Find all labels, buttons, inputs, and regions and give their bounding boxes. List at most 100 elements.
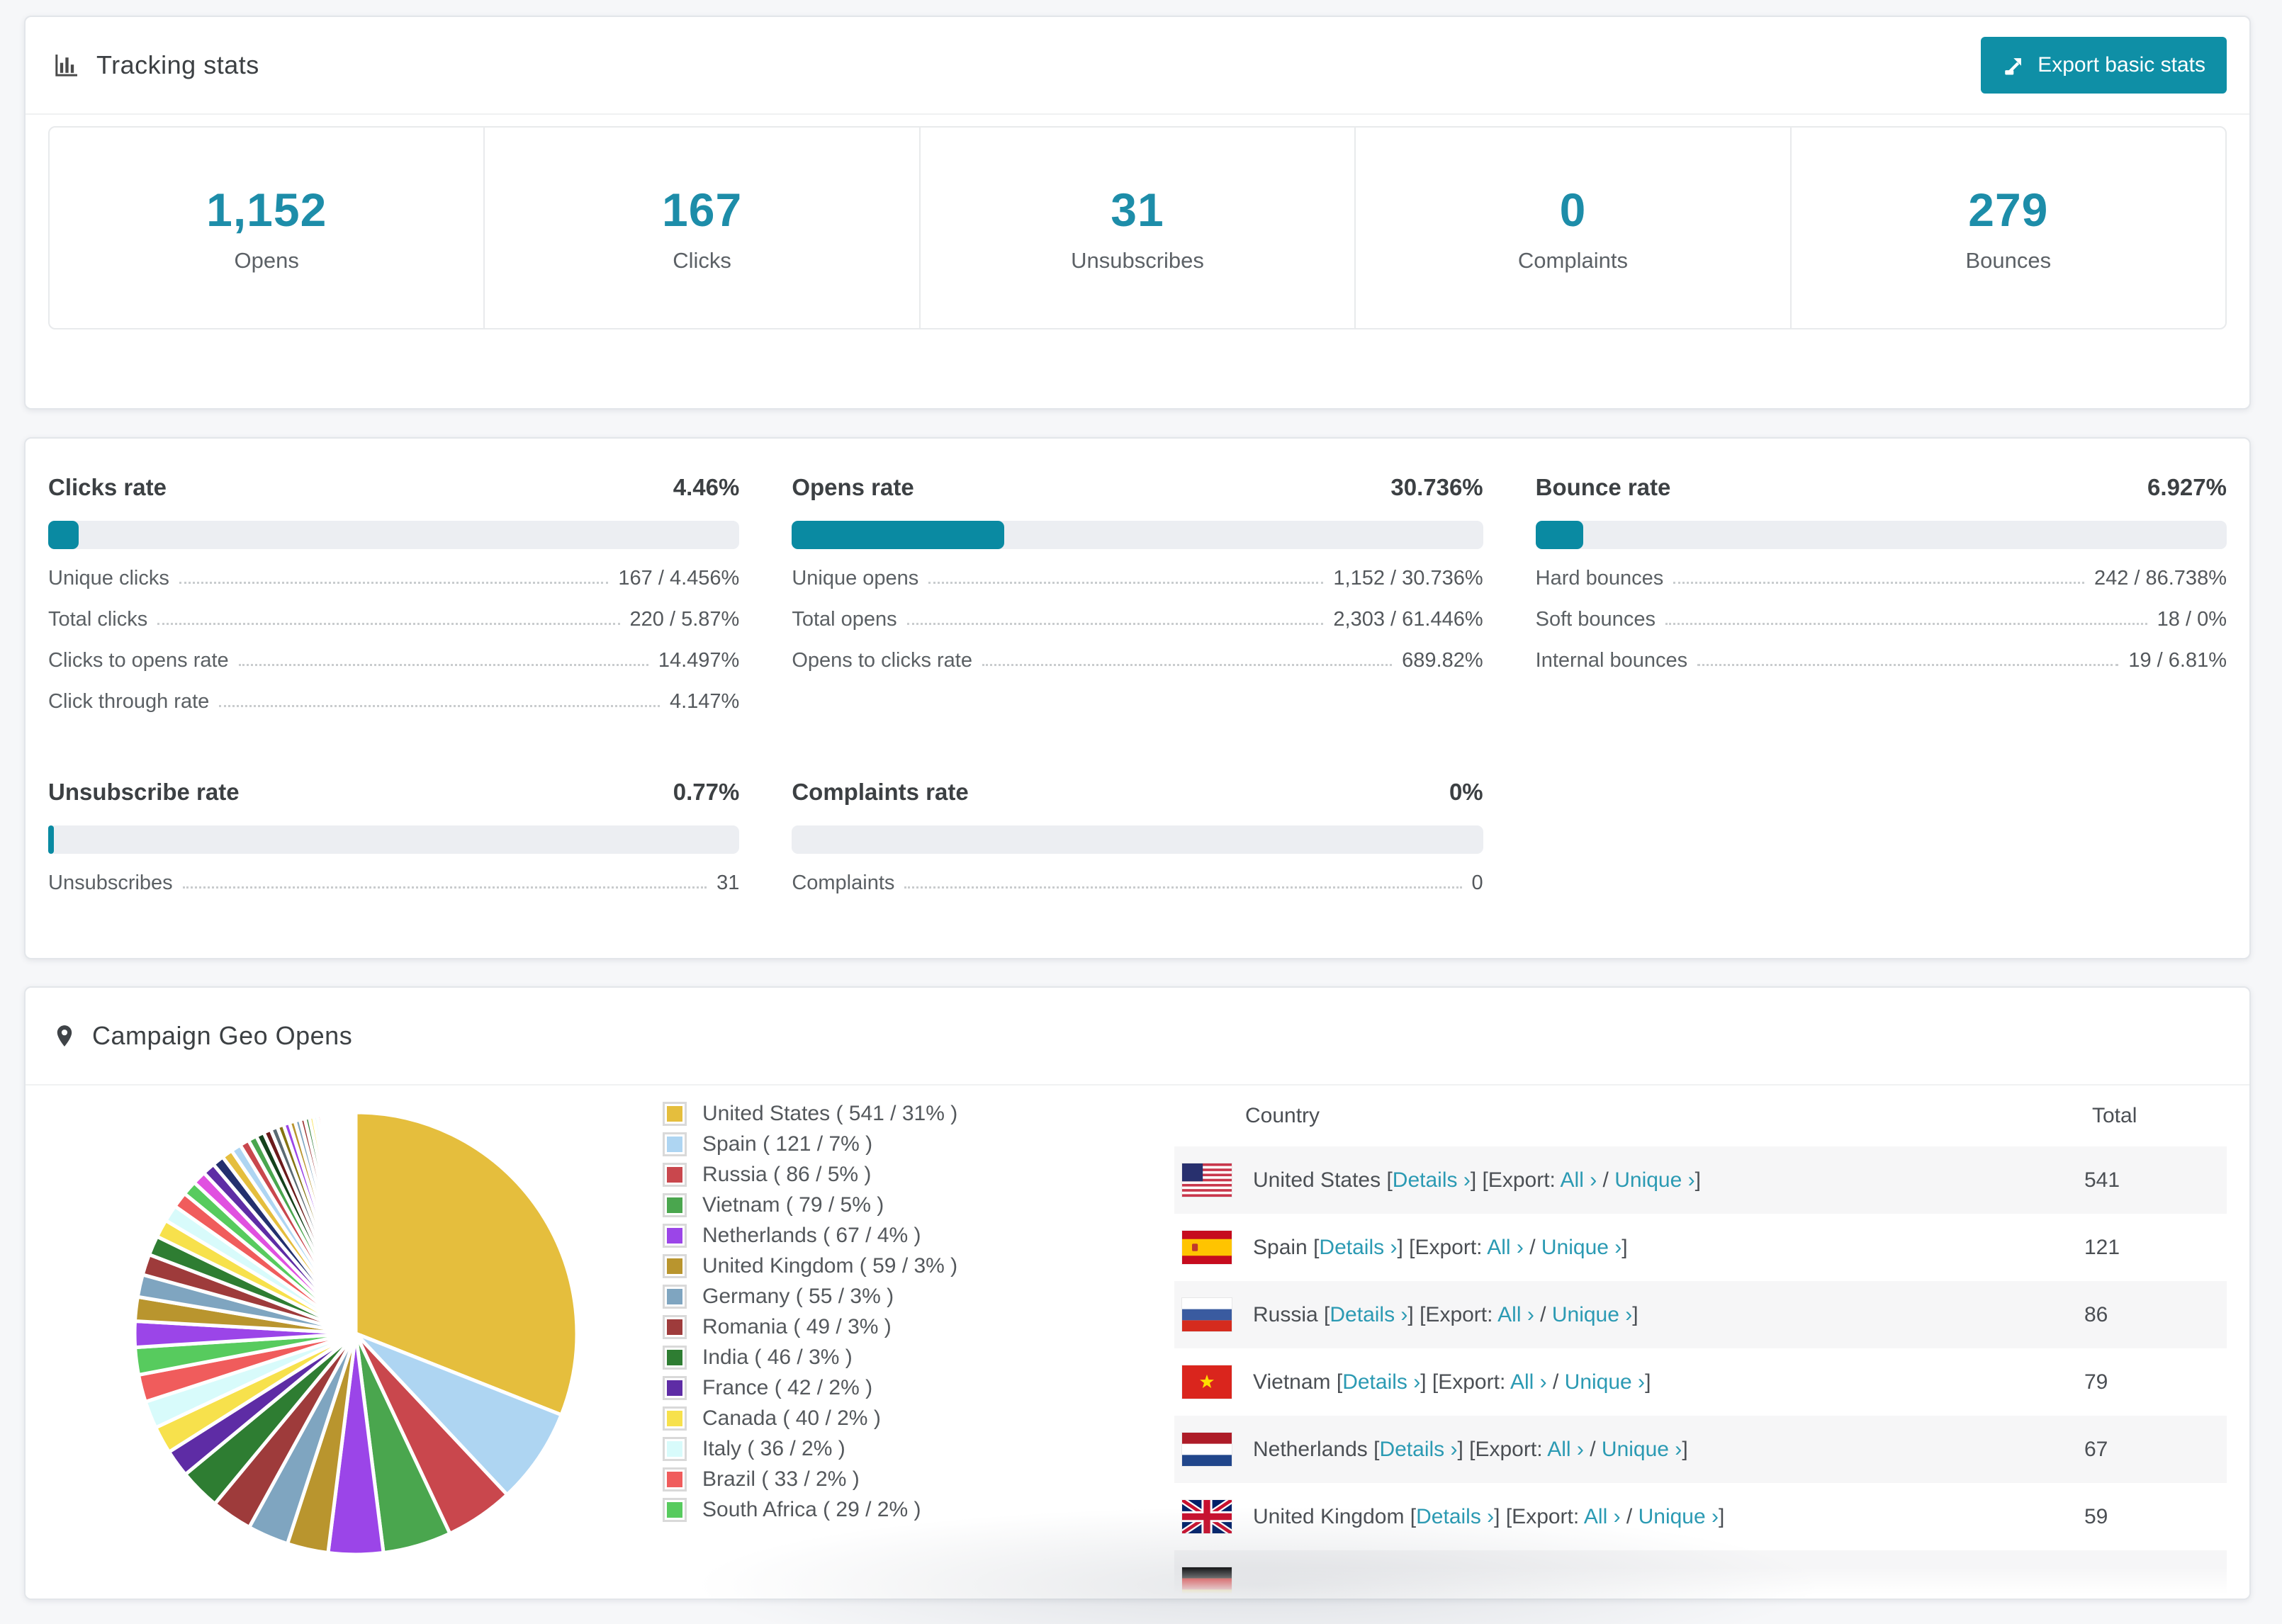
rate-title: Clicks rate: [48, 474, 167, 500]
detail-label: Total opens: [792, 608, 897, 631]
legend-label: United States ( 541 / 31% ): [702, 1101, 958, 1125]
detail-row: Total clicks 220 / 5.87%: [48, 608, 739, 631]
total-value: 121: [2084, 1235, 2120, 1259]
rate-block-opens-rate: Opens rate 30.736% Unique opens 1,152 / 30.…: [792, 474, 1483, 714]
country-name: Netherlands: [1253, 1437, 1374, 1461]
bracket: ]: [1694, 1168, 1701, 1192]
geo-opens-pie-chart: [133, 1110, 579, 1557]
legend-label: United Kingdom ( 59 / 3% ): [702, 1253, 958, 1278]
export-unique-link[interactable]: Unique ›: [1602, 1438, 1682, 1461]
stat-label: Complaints: [1517, 247, 1628, 273]
rate-percent: 0%: [1449, 779, 1483, 805]
progress-bar: [792, 521, 1483, 549]
detail-value: 4.147%: [669, 690, 740, 713]
rate-block-bounce-rate: Bounce rate 6.927% Hard bounces 242 / 86.73…: [1535, 474, 2227, 714]
rate-block-clicks-rate: Clicks rate 4.46% Unique clicks 167 / 4.456…: [48, 474, 740, 714]
export-unique-link[interactable]: Unique ›: [1552, 1303, 1632, 1326]
summary-stat-unsubscribes: 31 Unsubscribes: [921, 128, 1356, 328]
export-all-link[interactable]: All ›: [1497, 1303, 1534, 1326]
legend-item-brazil: Brazil ( 33 / 2% ): [663, 1464, 957, 1494]
detail-value: 220 / 5.87%: [629, 608, 740, 631]
country-cell: Netherlands [Details ›] [Export: All › /…: [1253, 1438, 1688, 1462]
table-row-russia: Russia [Details ›] [Export: All › / Uniq…: [1174, 1281, 2227, 1348]
progress-fill: [48, 825, 54, 854]
legend-label: Spain ( 121 / 7% ): [702, 1132, 873, 1156]
country-name: Spain: [1253, 1235, 1314, 1259]
detail-value: 1,152 / 30.736%: [1333, 567, 1483, 590]
export-unique-link[interactable]: Unique ›: [1614, 1168, 1694, 1192]
bracket: ]: [1420, 1370, 1432, 1394]
detail-value: 0: [1471, 872, 1483, 894]
export-unique-link[interactable]: Unique ›: [1541, 1236, 1621, 1259]
progress-fill: [792, 521, 1005, 549]
detail-label: Complaints: [792, 872, 895, 894]
bar-chart-icon: [55, 55, 77, 77]
export-all-link[interactable]: All ›: [1510, 1370, 1547, 1394]
legend-label: Germany ( 55 / 3% ): [702, 1284, 894, 1308]
details-link[interactable]: Details ›: [1393, 1168, 1471, 1192]
total-value: 59: [2084, 1504, 2108, 1528]
dotted-leader: [1673, 582, 2084, 584]
tracking-stats-card: Tracking stats Export basic stats 1,152 O…: [24, 16, 2251, 410]
table-header-row: Country Total: [1174, 1086, 2227, 1146]
legend-item-united-kingdom: United Kingdom ( 59 / 3% ): [663, 1251, 957, 1281]
bracket: ]: [1457, 1437, 1470, 1461]
legend-swatch: [663, 1406, 687, 1431]
summary-stat-clicks: 167 Clicks: [485, 128, 921, 328]
total-value: 86: [2084, 1302, 2108, 1326]
tracking-stats-header: Tracking stats Export basic stats: [26, 17, 2249, 115]
stat-label: Bounces: [1965, 247, 2052, 273]
total-value: 541: [2084, 1168, 2120, 1192]
progress-bar: [48, 825, 740, 854]
geo-section-title: Campaign Geo Opens: [92, 1021, 353, 1050]
table-row-spain: Spain [Details ›] [Export: All › / Uniqu…: [1174, 1214, 2227, 1281]
legend-swatch: [663, 1223, 687, 1248]
export-all-link[interactable]: All ›: [1561, 1168, 1597, 1192]
legend-label: Brazil ( 33 / 2% ): [702, 1467, 860, 1491]
detail-row: Unsubscribes 31: [48, 872, 739, 895]
country-cell: United States [Details ›] [Export: All ›…: [1253, 1168, 1701, 1192]
detail-value: 242 / 86.738%: [2093, 567, 2227, 590]
stat-value: 167: [662, 183, 743, 236]
details-link[interactable]: Details ›: [1330, 1303, 1407, 1326]
export-all-link[interactable]: All ›: [1487, 1236, 1524, 1259]
stat-value: 1,152: [206, 183, 327, 236]
country-name: United States: [1253, 1168, 1387, 1192]
legend-item-france: France ( 42 / 2% ): [663, 1372, 957, 1403]
legend-label: Vietnam ( 79 / 5% ): [702, 1192, 884, 1217]
bracket: [: [1336, 1370, 1343, 1394]
export-unique-link[interactable]: Unique ›: [1565, 1370, 1645, 1394]
bracket: ]: [1632, 1302, 1639, 1326]
dotted-leader: [906, 623, 1324, 625]
export-basic-stats-button[interactable]: Export basic stats: [1981, 37, 2227, 94]
total-value: 67: [2084, 1437, 2108, 1461]
detail-row: Total opens 2,303 / 61.446%: [792, 608, 1483, 631]
detail-label: Hard bounces: [1535, 567, 1664, 590]
stat-label: Opens: [234, 247, 299, 273]
detail-value: 18 / 0%: [2157, 608, 2227, 631]
detail-row: Internal bounces 19 / 6.81%: [1536, 649, 2227, 672]
details-link[interactable]: Details ›: [1342, 1370, 1420, 1394]
rate-percent: 0.77%: [673, 779, 740, 805]
dotted-leader: [904, 886, 1462, 889]
rates-card: Clicks rate 4.46% Unique clicks 167 / 4.456…: [24, 437, 2251, 959]
details-link[interactable]: Details ›: [1379, 1438, 1457, 1461]
page-title: Tracking stats: [96, 50, 259, 79]
stat-label: Clicks: [673, 247, 731, 273]
summary-stat-bounces: 279 Bounces: [1792, 128, 2225, 328]
legend-label: Canada ( 40 / 2% ): [702, 1406, 881, 1430]
dotted-leader: [982, 664, 1393, 666]
export-all-link[interactable]: All ›: [1547, 1438, 1584, 1461]
legend-label: India ( 46 / 3% ): [702, 1345, 853, 1369]
united-states-flag-icon: [1182, 1163, 1232, 1197]
spain-flag-icon: [1182, 1231, 1232, 1264]
legend-item-netherlands: Netherlands ( 67 / 4% ): [663, 1220, 957, 1251]
dotted-leader: [238, 664, 648, 666]
bracket: ]: [1682, 1437, 1688, 1461]
detail-value: 167 / 4.456%: [618, 567, 740, 590]
detail-row: Clicks to opens rate 14.497%: [48, 649, 739, 672]
rates-grid: Clicks rate 4.46% Unique clicks 167 / 4.456…: [26, 439, 2249, 895]
pie-legend: United States ( 541 / 31% ) Spain ( 121 /…: [663, 1098, 957, 1525]
slash: /: [1546, 1370, 1565, 1394]
details-link[interactable]: Details ›: [1319, 1236, 1397, 1259]
